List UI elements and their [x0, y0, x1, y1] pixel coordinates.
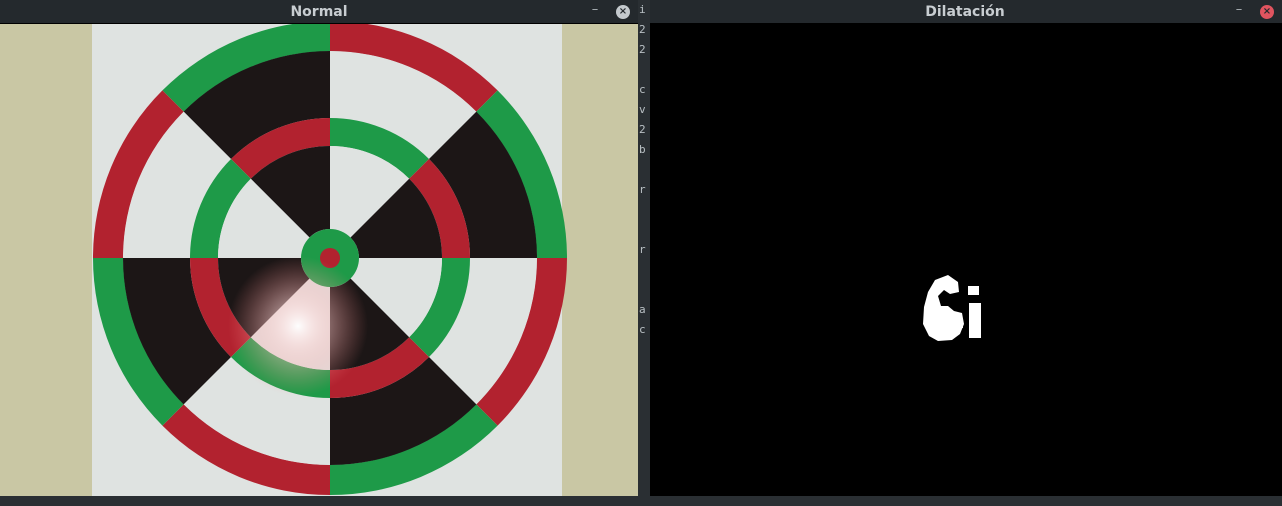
close-icon[interactable]: ×: [616, 4, 630, 19]
mask-frame: [648, 24, 1282, 496]
camera-frame: [0, 21, 638, 496]
normal-window: Normal – ×: [0, 0, 638, 496]
dilatacion-window: Dilatación – ×: [648, 0, 1282, 496]
minimize-icon[interactable]: –: [1232, 3, 1246, 19]
dilation-mask: [648, 24, 1282, 496]
terminal-bottom-strip: [0, 496, 1282, 506]
close-icon[interactable]: ×: [1260, 4, 1274, 19]
titlebar-normal[interactable]: Normal – ×: [0, 0, 638, 23]
dart-target: [93, 21, 567, 495]
window-title: Dilatación: [925, 3, 1005, 20]
target-photo: [0, 21, 638, 496]
light-glare: [228, 256, 368, 396]
titlebar-dilatacion[interactable]: Dilatación – ×: [648, 0, 1282, 23]
minimize-icon[interactable]: –: [588, 3, 602, 19]
background-terminal: i22 cv2b r r a c: [638, 0, 650, 506]
window-title: Normal: [290, 3, 348, 20]
